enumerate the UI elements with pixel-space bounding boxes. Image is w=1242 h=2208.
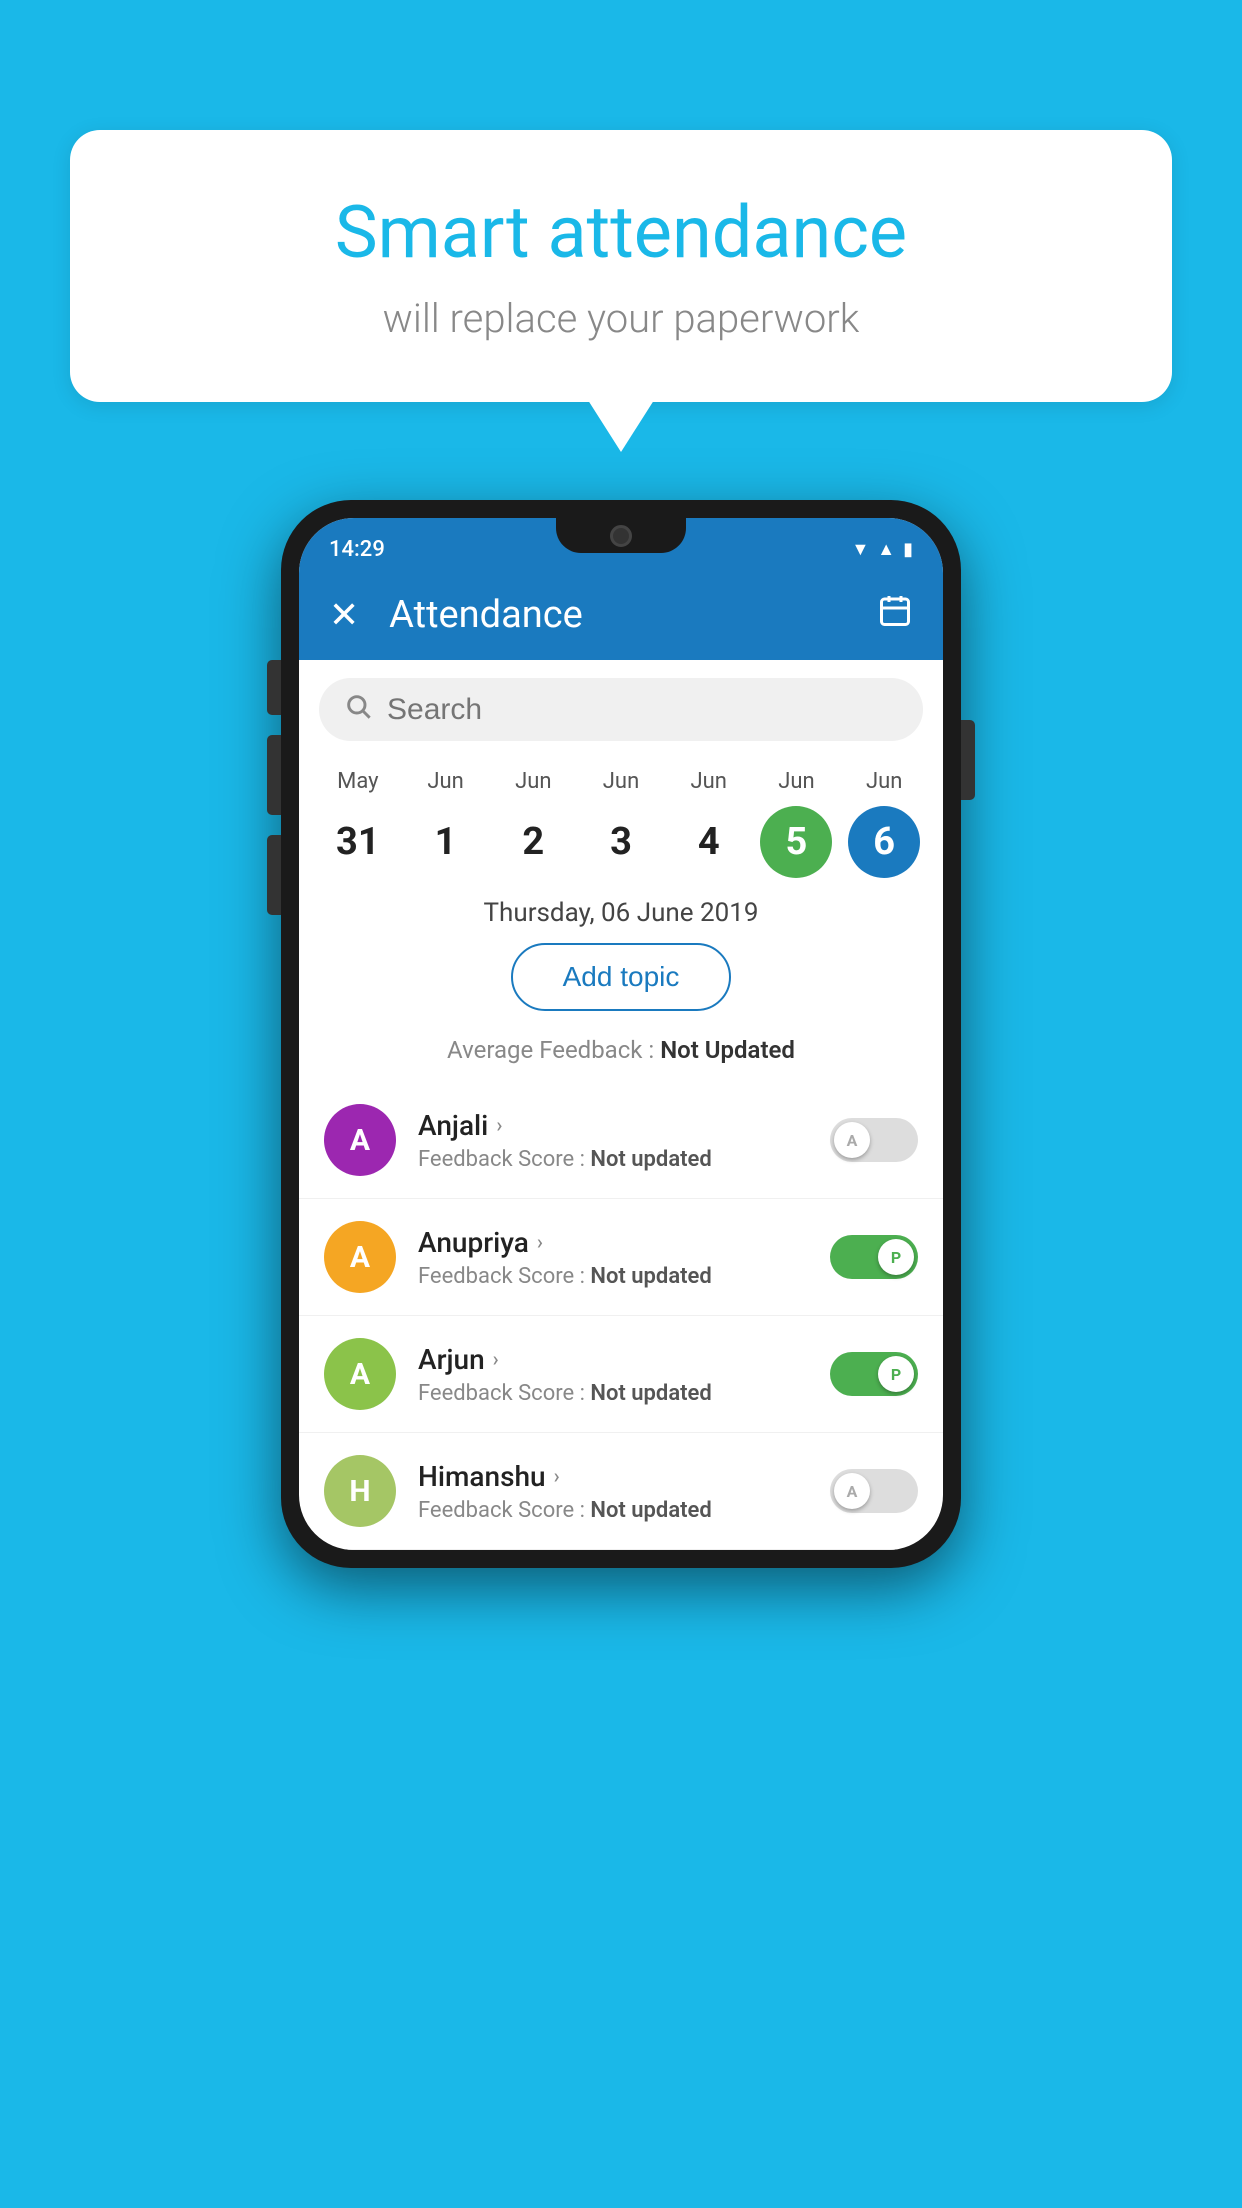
student-name: Anupriya › — [418, 1226, 808, 1259]
student-avatar: H — [324, 1455, 396, 1527]
status-time: 14:29 — [329, 537, 385, 562]
phone-outer: 14:29 ▼ ▲ ▮ ✕ Attendance — [281, 500, 961, 1568]
day-number-label: 5 — [760, 806, 832, 878]
toggle-thumb: A — [834, 1473, 870, 1509]
bubble-subtitle: will replace your paperwork — [150, 295, 1092, 342]
calendar-strip: May 31 Jun 1 Jun 2 Jun 3 Jun 4 Jun 5 Jun 6 — [299, 759, 943, 888]
student-item[interactable]: H Himanshu › Feedback Score : Not updated A — [299, 1433, 943, 1550]
day-month-label: Jun — [778, 769, 814, 794]
day-number-label: 1 — [410, 806, 482, 878]
student-name: Anjali › — [418, 1109, 808, 1142]
avg-feedback-label: Average Feedback : — [447, 1036, 660, 1064]
toggle-thumb: A — [834, 1122, 870, 1158]
student-item[interactable]: A Anjali › Feedback Score : Not updated A — [299, 1082, 943, 1199]
add-topic-button[interactable]: Add topic — [511, 943, 732, 1011]
battery-icon: ▮ — [903, 539, 913, 560]
toggle-thumb: P — [878, 1356, 914, 1392]
calendar-day[interactable]: Jun 2 — [489, 769, 577, 878]
day-number-label: 6 — [848, 806, 920, 878]
attendance-toggle[interactable]: A — [830, 1469, 918, 1513]
student-feedback-score: Feedback Score : Not updated — [418, 1381, 808, 1406]
student-name: Arjun › — [418, 1343, 808, 1376]
student-feedback-score: Feedback Score : Not updated — [418, 1264, 808, 1289]
chevron-right-icon: › — [537, 1230, 543, 1254]
attendance-toggle[interactable]: P — [830, 1235, 918, 1279]
toggle-thumb: P — [878, 1239, 914, 1275]
bubble-title: Smart attendance — [150, 190, 1092, 275]
avg-feedback-value: Not Updated — [660, 1036, 795, 1064]
search-bar[interactable] — [319, 678, 923, 741]
attendance-toggle[interactable]: A — [830, 1118, 918, 1162]
calendar-icon[interactable] — [877, 593, 913, 637]
day-number-label: 2 — [497, 806, 569, 878]
student-feedback-score: Feedback Score : Not updated — [418, 1498, 808, 1523]
day-number-label: 4 — [673, 806, 745, 878]
day-month-label: Jun — [866, 769, 902, 794]
chevron-right-icon: › — [493, 1347, 499, 1371]
phone-notch — [556, 518, 686, 553]
chevron-right-icon: › — [554, 1464, 560, 1488]
day-number-label: 3 — [585, 806, 657, 878]
day-month-label: Jun — [427, 769, 463, 794]
calendar-day[interactable]: Jun 4 — [665, 769, 753, 878]
calendar-day[interactable]: Jun 1 — [402, 769, 490, 878]
front-camera — [610, 525, 632, 547]
close-button[interactable]: ✕ — [329, 594, 359, 636]
student-feedback-score: Feedback Score : Not updated — [418, 1147, 808, 1172]
avg-feedback: Average Feedback : Not Updated — [299, 1031, 943, 1082]
toggle-track: A — [830, 1469, 918, 1513]
selected-date: Thursday, 06 June 2019 — [299, 888, 943, 943]
speech-bubble: Smart attendance will replace your paper… — [70, 130, 1172, 402]
search-input[interactable] — [387, 693, 898, 727]
day-month-label: Jun — [515, 769, 551, 794]
wifi-icon: ▼ — [851, 539, 869, 560]
student-avatar: A — [324, 1338, 396, 1410]
day-number-label: 31 — [322, 806, 394, 878]
student-avatar: A — [324, 1221, 396, 1293]
signal-icon: ▲ — [877, 539, 895, 560]
student-info: Himanshu › Feedback Score : Not updated — [418, 1460, 808, 1523]
student-name: Himanshu › — [418, 1460, 808, 1493]
student-item[interactable]: A Arjun › Feedback Score : Not updated P — [299, 1316, 943, 1433]
student-info: Anupriya › Feedback Score : Not updated — [418, 1226, 808, 1289]
day-month-label: Jun — [691, 769, 727, 794]
app-bar: ✕ Attendance — [299, 570, 943, 660]
calendar-day[interactable]: Jun 5 — [753, 769, 841, 878]
phone-screen: 14:29 ▼ ▲ ▮ ✕ Attendance — [299, 518, 943, 1550]
student-list: AAnjali ›Feedback Score : Not updatedAAA… — [299, 1082, 943, 1550]
student-info: Anjali › Feedback Score : Not updated — [418, 1109, 808, 1172]
chevron-right-icon: › — [496, 1113, 502, 1137]
toggle-track: P — [830, 1352, 918, 1396]
power-button — [961, 720, 975, 800]
speech-bubble-container: Smart attendance will replace your paper… — [70, 130, 1172, 402]
student-avatar: A — [324, 1104, 396, 1176]
calendar-day[interactable]: Jun 6 — [840, 769, 928, 878]
volume-up-button — [267, 735, 281, 815]
attendance-toggle[interactable]: P — [830, 1352, 918, 1396]
volume-down-button — [267, 835, 281, 915]
calendar-day[interactable]: May 31 — [314, 769, 402, 878]
day-month-label: Jun — [603, 769, 639, 794]
toggle-track: A — [830, 1118, 918, 1162]
calendar-day[interactable]: Jun 3 — [577, 769, 665, 878]
student-item[interactable]: A Anupriya › Feedback Score : Not updated P — [299, 1199, 943, 1316]
search-icon — [344, 692, 372, 727]
app-bar-title: Attendance — [389, 593, 847, 637]
toggle-track: P — [830, 1235, 918, 1279]
student-info: Arjun › Feedback Score : Not updated — [418, 1343, 808, 1406]
day-month-label: May — [337, 769, 378, 794]
volume-silent-button — [267, 660, 281, 715]
phone-container: 14:29 ▼ ▲ ▮ ✕ Attendance — [281, 500, 961, 1568]
status-icons: ▼ ▲ ▮ — [851, 539, 913, 560]
